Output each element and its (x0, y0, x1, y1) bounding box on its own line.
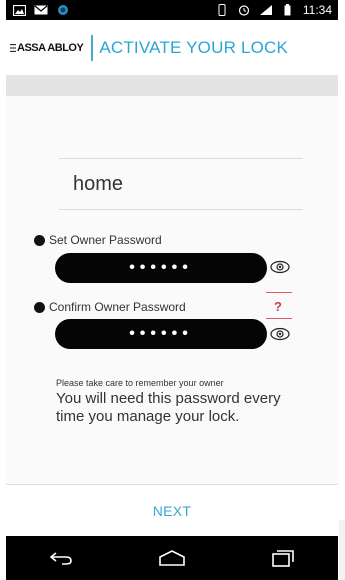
header-shadow-band (6, 76, 338, 96)
confirm-password-label-row: Confirm Owner Password (34, 300, 186, 314)
recents-button[interactable] (263, 545, 303, 571)
status-time: 11:34 (302, 3, 332, 17)
home-icon (159, 550, 185, 566)
footer-bar: NEXT (6, 484, 338, 537)
brand-logo: ASSA ABLOY (17, 41, 84, 54)
status-bar: 11:34 (6, 0, 338, 20)
mail-notification-icon (34, 4, 48, 16)
phone-screen: 11:34 ASSA ABLOY ACTIVATE YOUR LOCK home… (0, 0, 345, 580)
menu-icon[interactable] (10, 42, 16, 54)
battery-icon (281, 4, 295, 16)
vibrate-icon (215, 4, 229, 16)
eye-icon[interactable] (270, 260, 290, 274)
help-top-line (266, 292, 292, 293)
owner-password-input[interactable]: •••••• (55, 253, 267, 283)
help-question-button[interactable]: ? (274, 299, 282, 314)
title-divider (91, 34, 94, 61)
eye-icon[interactable] (270, 327, 290, 341)
lock-name-value: home (73, 173, 124, 195)
alarm-icon (237, 4, 251, 16)
owner-password-info-icon (34, 234, 45, 246)
status-left-icons (12, 4, 70, 16)
help-bottom-line (266, 318, 292, 319)
app-notification-icon (56, 4, 70, 16)
recents-icon (271, 550, 294, 567)
next-button[interactable]: NEXT (153, 503, 192, 519)
owner-password-label: Set Owner Password (49, 233, 162, 247)
app-bar: ASSA ABLOY ACTIVATE YOUR LOCK (6, 20, 338, 76)
confirm-password-label: Confirm Owner Password (49, 300, 186, 314)
activation-form: home Set Owner Password •••••• Confirm O… (6, 96, 338, 484)
owner-password-label-row: Set Owner Password (34, 233, 162, 247)
confirm-password-info-icon (34, 301, 45, 313)
back-button[interactable] (41, 545, 81, 571)
image-notification-icon (12, 4, 26, 16)
back-icon (50, 552, 73, 565)
confirm-password-input[interactable]: •••••• (55, 319, 267, 349)
confirm-password-value: •••••• (129, 325, 193, 342)
lock-name-field[interactable]: home (59, 158, 303, 210)
signal-icon (259, 4, 273, 16)
page-title: ACTIVATE YOUR LOCK (99, 37, 289, 57)
password-note-small: Please take care to remember your owner (56, 378, 224, 388)
edge-shadow (339, 520, 345, 580)
status-right-icons: 11:34 (215, 3, 332, 17)
home-button[interactable] (152, 545, 192, 571)
password-note: You will need this password every time y… (56, 390, 281, 425)
navigation-bar (6, 536, 338, 580)
owner-password-value: •••••• (129, 259, 193, 276)
